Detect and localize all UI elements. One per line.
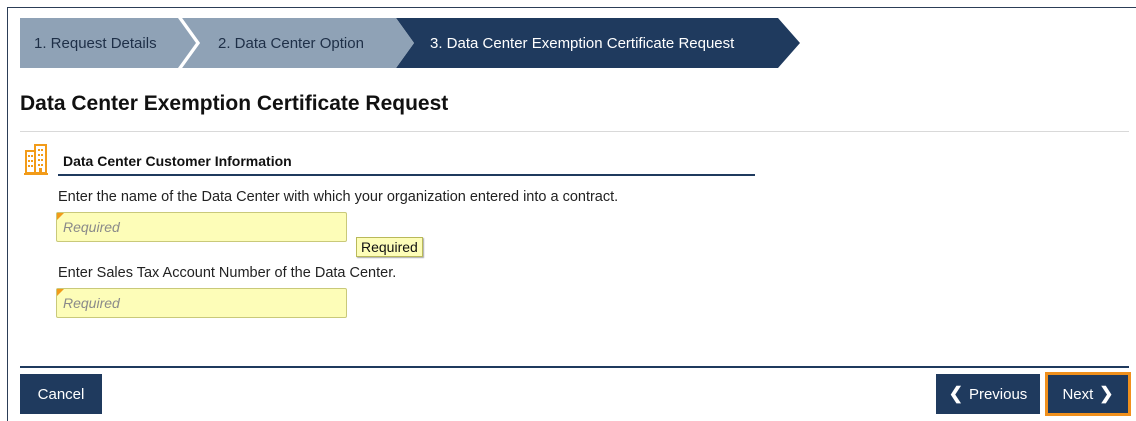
step-exemption-certificate-request[interactable]: 3. Data Center Exemption Certificate Req… xyxy=(396,18,800,68)
previous-button[interactable]: ❮ Previous xyxy=(936,374,1040,414)
footer-divider xyxy=(20,366,1129,368)
section-title: Data Center Customer Information xyxy=(63,153,292,169)
data-center-name-label: Enter the name of the Data Center with w… xyxy=(58,189,619,205)
sales-tax-account-input[interactable] xyxy=(56,288,347,318)
chevron-left-icon: ❮ xyxy=(948,384,963,403)
step-request-details[interactable]: 1. Request Details xyxy=(20,18,196,68)
step-data-center-option[interactable]: 2. Data Center Option xyxy=(182,18,414,68)
step-label: 1. Request Details xyxy=(34,34,157,52)
cancel-label: Cancel xyxy=(37,385,85,403)
next-button[interactable]: Next ❯ xyxy=(1048,375,1128,413)
section-divider xyxy=(58,174,755,176)
chevron-right-icon: ❯ xyxy=(1099,384,1114,403)
title-divider xyxy=(20,131,1129,132)
step-label: 2. Data Center Option xyxy=(218,34,364,52)
cancel-button[interactable]: Cancel xyxy=(20,374,102,414)
required-tooltip: Required xyxy=(356,237,423,257)
step-label: 3. Data Center Exemption Certificate Req… xyxy=(430,34,735,52)
data-center-name-input[interactable] xyxy=(56,212,347,242)
sales-tax-account-label: Enter Sales Tax Account Number of the Da… xyxy=(58,265,397,281)
required-indicator-icon xyxy=(57,213,64,220)
page-title: Data Center Exemption Certificate Reques… xyxy=(20,92,449,115)
previous-label: Previous xyxy=(968,385,1028,403)
building-icon xyxy=(24,144,48,175)
next-label: Next xyxy=(1062,385,1094,403)
wizard-steps: 1. Request Details 2. Data Center Option… xyxy=(20,18,800,68)
required-indicator-icon xyxy=(57,289,64,296)
